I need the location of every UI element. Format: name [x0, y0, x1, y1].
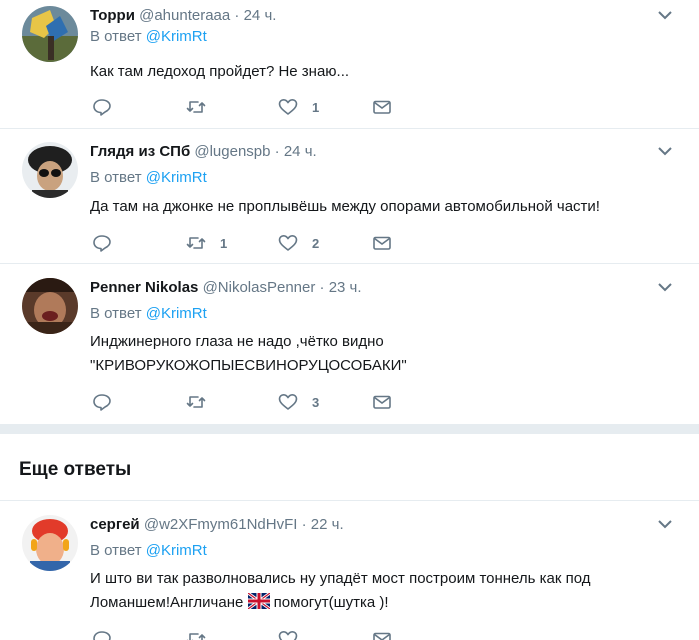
mention-link[interactable]: @KrimRt: [146, 305, 207, 322]
like-button[interactable]: 1: [278, 96, 319, 118]
retweet-button[interactable]: [186, 391, 220, 413]
reply-prefix: В ответ: [90, 28, 142, 45]
reply-context: В ответ @KrimRt: [90, 304, 207, 324]
user-handle[interactable]: @lugenspb: [194, 143, 270, 160]
reply-prefix: В ответ: [90, 169, 142, 186]
like-count: 2: [312, 235, 320, 251]
chevron-down-icon[interactable]: [657, 518, 673, 530]
like-count: 3: [312, 394, 320, 410]
dm-icon: [373, 632, 391, 640]
dm-button[interactable]: [372, 96, 392, 118]
like-icon: [278, 99, 298, 115]
retweet-button[interactable]: [186, 628, 206, 640]
dm-icon: [373, 395, 391, 409]
dm-button[interactable]: [372, 628, 392, 640]
separator-dot: ·: [234, 7, 240, 24]
tweet-text-line: И што ви так разволновались ну упадёт мо…: [90, 570, 591, 587]
chevron-down-icon[interactable]: [657, 9, 673, 21]
avatar[interactable]: [22, 6, 78, 62]
like-icon: [278, 235, 298, 251]
retweet-icon: [186, 101, 206, 113]
tweet-text: И што ви так разволновались ну упадёт мо…: [90, 567, 680, 615]
tweet-text: Да там на джонке не проплывёшь между опо…: [90, 198, 600, 215]
tweet-4[interactable]: сергей @w2XFmym61NdHvFI · 22 ч. В ответ …: [0, 501, 699, 640]
like-icon: [278, 631, 298, 640]
reply-button[interactable]: [92, 391, 112, 413]
reply-icon: [93, 394, 111, 411]
reply-button[interactable]: [92, 232, 112, 254]
dm-icon: [373, 236, 391, 250]
reply-icon: [93, 235, 111, 252]
tweet-actions: [92, 628, 412, 640]
timestamp[interactable]: 24 ч.: [244, 7, 277, 24]
tweet-header: Торри @ahunteraaa · 24 ч.: [90, 6, 276, 26]
timestamp[interactable]: 22 ч.: [311, 516, 344, 533]
tweet-text-part: Ломаншем!Англичане: [90, 594, 244, 611]
tweet-header: сергей @w2XFmym61NdHvFI · 22 ч.: [90, 515, 344, 535]
like-icon: [278, 394, 298, 410]
avatar[interactable]: [22, 142, 78, 198]
like-button[interactable]: 3: [278, 391, 319, 413]
tweet-text-line: "КРИВОРУКОЖОПЫЕСВИНОРУЦОСОБАКИ": [90, 357, 407, 374]
separator-dot: ·: [319, 279, 325, 296]
tweet-text-line: Ломаншем!Англичане помогут(шутка )!: [90, 591, 680, 615]
like-button[interactable]: 2: [278, 232, 319, 254]
tweet-header: Penner Nikolas @NikolasPenner · 23 ч.: [90, 278, 362, 298]
retweet-button[interactable]: 1: [186, 232, 227, 254]
user-name[interactable]: Penner Nikolas: [90, 279, 198, 296]
retweet-count: 1: [220, 235, 228, 251]
user-name[interactable]: Торри: [90, 7, 135, 24]
reply-icon: [93, 631, 111, 640]
user-name[interactable]: Глядя из СПб: [90, 143, 190, 160]
tweet-text: Как там ледоход пройдет? Не знаю...: [90, 63, 350, 80]
tweet-3[interactable]: Penner Nikolas @NikolasPenner · 23 ч. В …: [0, 264, 699, 424]
reply-prefix: В ответ: [90, 542, 142, 559]
uk-flag-icon: [247, 593, 270, 609]
mention-link[interactable]: @KrimRt: [146, 169, 207, 186]
user-name[interactable]: сергей: [90, 516, 140, 533]
chevron-down-icon[interactable]: [657, 145, 673, 157]
retweet-icon: [186, 633, 206, 640]
user-handle[interactable]: @ahunteraaa: [139, 7, 230, 24]
dm-button[interactable]: [372, 232, 392, 254]
tweet-2[interactable]: Глядя из СПб @lugenspb · 24 ч. В ответ @…: [0, 129, 699, 264]
mention-link[interactable]: @KrimRt: [146, 28, 207, 45]
reply-prefix: В ответ: [90, 305, 142, 322]
user-handle[interactable]: @w2XFmym61NdHvFI: [144, 516, 298, 533]
separator-dot: ·: [301, 516, 307, 533]
like-button[interactable]: [278, 628, 298, 640]
avatar[interactable]: [22, 515, 78, 571]
retweet-icon: [186, 237, 206, 249]
tweet-actions: 3: [92, 391, 412, 413]
separator-dot: ·: [274, 143, 280, 160]
reply-icon: [93, 99, 111, 116]
avatar[interactable]: [22, 278, 78, 334]
reply-context: В ответ @KrimRt: [90, 541, 207, 561]
dm-icon: [373, 100, 391, 114]
tweet-1[interactable]: Торри @ahunteraaa · 24 ч. В ответ @KrimR…: [0, 0, 699, 129]
tweet-text: Инджинерного глаза не надо ,чётко видно …: [90, 330, 680, 378]
timestamp[interactable]: 24 ч.: [284, 143, 317, 160]
retweet-icon: [186, 396, 206, 408]
more-replies-heading: Еще ответы: [19, 459, 132, 480]
tweet-actions: 1: [92, 96, 412, 118]
reply-button[interactable]: [92, 628, 112, 640]
mention-link[interactable]: @KrimRt: [146, 542, 207, 559]
tweet-text-line: Инджинерного глаза не надо ,чётко видно: [90, 333, 384, 350]
timestamp[interactable]: 23 ч.: [329, 279, 362, 296]
retweet-button[interactable]: [186, 96, 220, 118]
dm-button[interactable]: [372, 391, 392, 413]
user-handle[interactable]: @NikolasPenner: [203, 279, 316, 296]
chevron-down-icon[interactable]: [657, 281, 673, 293]
tweet-text-part: помогут(шутка )!: [273, 594, 389, 611]
section-separator: [0, 424, 699, 434]
reply-context: В ответ @KrimRt: [90, 27, 207, 47]
reply-button[interactable]: [92, 96, 112, 118]
tweet-header: Глядя из СПб @lugenspb · 24 ч.: [90, 142, 317, 162]
reply-context: В ответ @KrimRt: [90, 168, 207, 188]
like-count: 1: [312, 99, 320, 115]
tweet-actions: 1 2: [92, 232, 412, 254]
